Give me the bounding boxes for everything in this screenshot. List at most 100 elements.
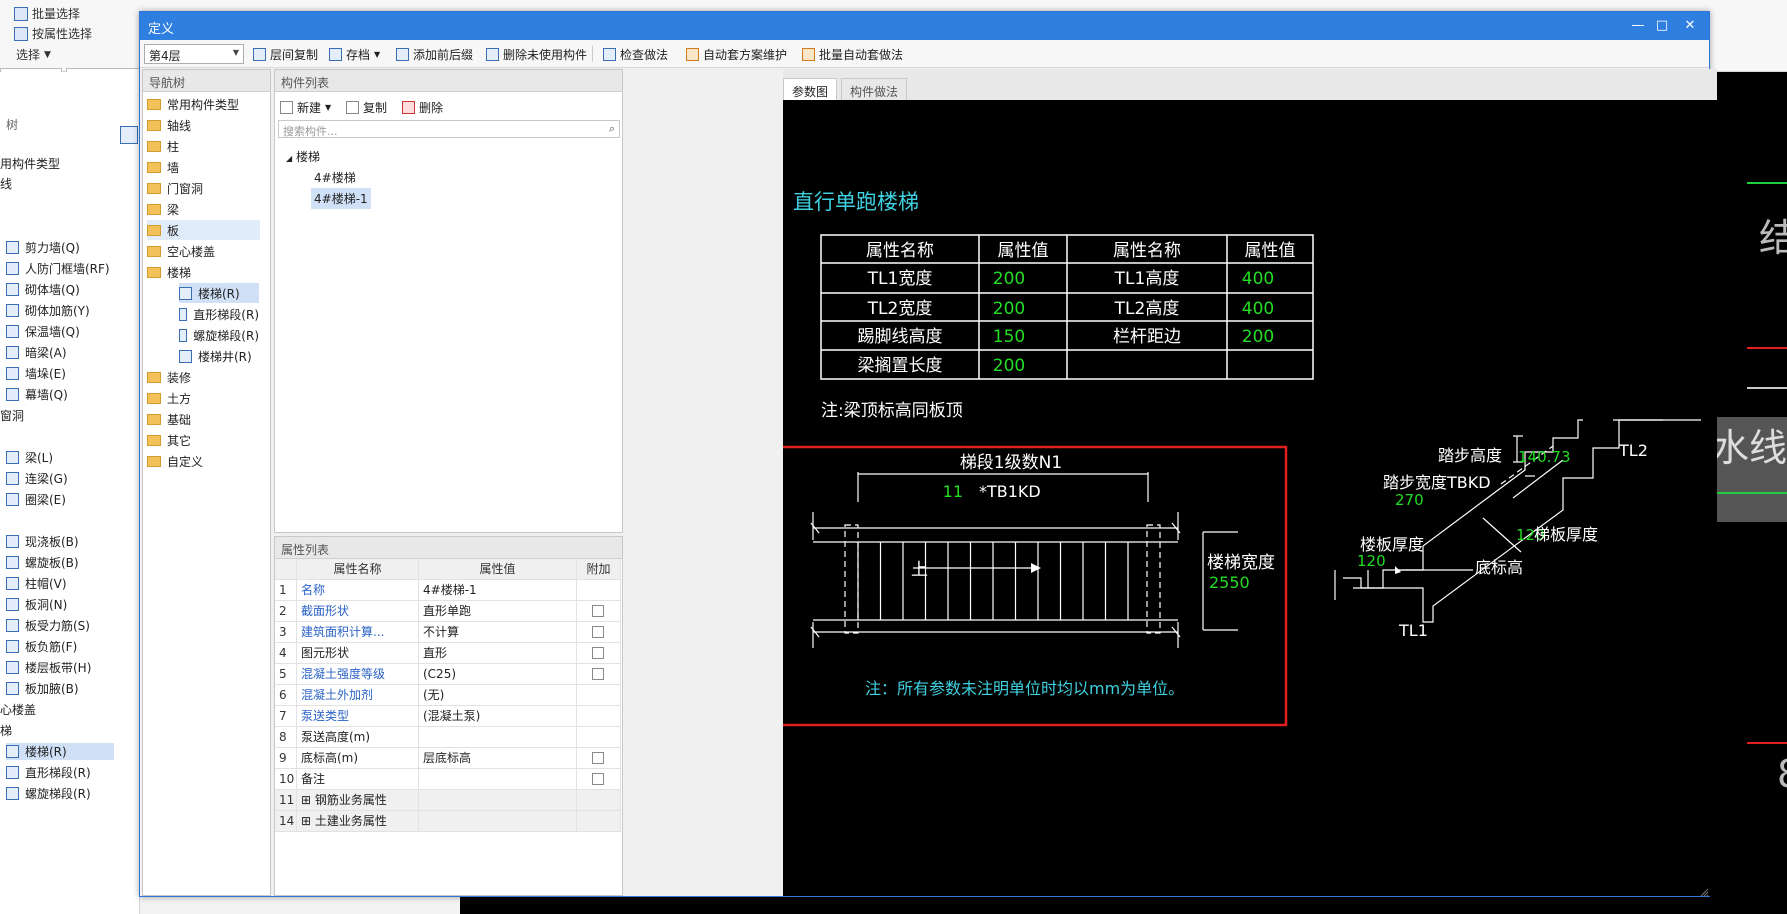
property-row[interactable]: 8 泵送高度(m) [275,727,621,748]
nav-item[interactable]: 螺旋梯段(R) [179,325,259,345]
tab-param-diagram[interactable]: 参数图 [783,78,838,100]
extra-checkbox[interactable] [592,773,604,785]
bg-tree-item[interactable]: 暗梁(A) [6,344,67,361]
property-row[interactable]: 1 名称 4#楼梯-1 [275,580,621,601]
property-value[interactable] [419,811,577,832]
batch-auto-method-button[interactable]: 批量自动套做法 [802,46,903,63]
bg-tree-item[interactable]: 保温墙(Q) [6,323,80,340]
bg-tree-item[interactable]: 砌体墙(Q) [6,281,80,298]
bg-tree-item[interactable]: 剪力墙(Q) [6,239,80,256]
expand-icon[interactable]: ⊞ [301,814,315,828]
tab-component-method[interactable]: 构件做法 [841,78,908,100]
copy-between-floors-button[interactable]: 层间复制 [253,46,318,63]
bg-tree-item[interactable]: 柱帽(V) [6,575,67,592]
bg-tree-item[interactable]: 窗洞 [0,407,24,424]
bg-tree-item[interactable]: 螺旋板(B) [6,554,79,571]
archive-button[interactable]: 存档 ▼ [329,46,380,63]
check-method-button[interactable]: 检查做法 [603,46,668,63]
resize-grip-icon[interactable] [1700,886,1709,897]
bg-tree-item[interactable]: 线 [0,175,12,192]
nav-item[interactable]: 梁 [147,199,260,219]
collapse-icon[interactable]: ◢ [286,154,292,163]
nav-item[interactable]: 板 [147,220,260,240]
bg-tree-item[interactable]: 直形梯段(R) [6,764,91,781]
nav-item[interactable]: 自定义 [147,451,260,471]
nav-item[interactable]: 土方 [147,388,260,408]
property-row[interactable]: 9 底标高(m) 层底标高 [275,748,621,769]
select-group-label[interactable]: 选择 ▼ [16,46,51,63]
property-value[interactable]: (无) [419,685,577,706]
nav-item[interactable]: 楼梯 [147,262,260,282]
maximize-button[interactable]: □ [1653,17,1671,35]
extra-checkbox[interactable] [592,668,604,680]
property-value[interactable]: 直形 [419,643,577,664]
auto-scheme-button[interactable]: 自动套方案维护 [686,46,787,63]
bg-tree-item[interactable]: 楼梯(R) [6,743,114,760]
bg-tree-item[interactable]: 梯 [0,722,12,739]
delete-unused-button[interactable]: 删除未使用构件 [486,46,587,63]
extra-checkbox[interactable] [592,605,604,617]
bg-tree-item[interactable]: 心楼盖 [0,701,36,718]
property-value[interactable]: 层底标高 [419,748,577,769]
minimize-button[interactable]: — [1629,17,1647,35]
bg-tree-item[interactable]: 板负筋(F) [6,638,77,655]
nav-item[interactable]: 直形梯段(R) [179,304,259,324]
bg-tree-item[interactable]: 砌体加筋(Y) [6,302,90,319]
property-row[interactable]: 7 泵送类型 (混凝土泵) [275,706,621,727]
property-row[interactable]: 14 ⊞ 土建业务属性 [275,811,621,832]
bg-tree-item[interactable]: 现浇板(B) [6,533,79,550]
component-search-input[interactable]: 搜索构件... ⌕ [278,120,620,138]
nav-item[interactable]: 墙 [147,157,260,177]
property-value[interactable] [419,790,577,811]
list-view-icon[interactable] [120,126,138,144]
bg-tree-item[interactable]: 板洞(N) [6,596,67,613]
new-component-button[interactable]: 新建 ▼ [280,99,331,116]
property-row[interactable]: 5 混凝土强度等级 (C25) [275,664,621,685]
bg-tree-item[interactable]: 连梁(G) [6,470,68,487]
nav-item[interactable]: 常用构件类型 [147,94,260,114]
property-row[interactable]: 6 混凝土外加剂 (无) [275,685,621,706]
property-value[interactable]: 不计算 [419,622,577,643]
bg-tree-item[interactable]: 梁(L) [6,449,53,466]
property-value[interactable]: (混凝土泵) [419,706,577,727]
bg-tree-item[interactable]: 用构件类型 [0,155,60,172]
floor-select[interactable]: 第4层 ▼ [144,44,244,64]
property-row[interactable]: 2 截面形状 直形单跑 [275,601,621,622]
property-value[interactable]: (C25) [419,664,577,685]
bg-tree-item[interactable]: 人防门框墙(RF) [6,260,110,277]
background-cad-canvas[interactable]: 结 水线 8 [1707,72,1787,914]
bg-tree-item[interactable]: 楼层板带(H) [6,659,91,676]
bg-tree-item[interactable]: 板加腋(B) [6,680,79,697]
nav-item[interactable]: 柱 [147,136,260,156]
nav-item[interactable]: 门窗洞 [147,178,260,198]
nav-item[interactable]: 楼梯(R) [179,283,259,303]
nav-item[interactable]: 轴线 [147,115,260,135]
extra-checkbox[interactable] [592,647,604,659]
property-row[interactable]: 4 图元形状 直形 [275,643,621,664]
bg-tree-item[interactable]: 螺旋梯段(R) [6,785,91,802]
nav-item[interactable]: 基础 [147,409,260,429]
bg-tree-item[interactable]: 板受力筋(S) [6,617,90,634]
property-value[interactable]: 4#楼梯-1 [419,580,577,601]
search-icon[interactable]: ⌕ [609,122,615,136]
copy-component-button[interactable]: 复制 [346,99,387,116]
component-item[interactable]: 4#楼梯 [311,167,359,188]
attr-select-button[interactable]: 按属性选择 [14,25,92,42]
expand-icon[interactable]: ⊞ [301,793,315,807]
close-button[interactable]: ✕ [1681,17,1699,35]
property-value[interactable] [419,769,577,790]
tree-root-stairs[interactable]: ◢ 楼梯 [283,146,323,167]
nav-item[interactable]: 楼梯井(R) [179,346,259,366]
nav-item[interactable]: 装修 [147,367,260,387]
property-row[interactable]: 10 备注 [275,769,621,790]
parameter-diagram-canvas[interactable]: 直行单跑楼梯 属性名称 属性值 属性名称 属性值 TL1宽度 200 TL1高度 40… [766,100,1717,896]
bg-tree-item[interactable]: 幕墙(Q) [6,386,68,403]
bg-tree-item[interactable]: 墙垛(E) [6,365,66,382]
component-item-selected[interactable]: 4#楼梯-1 [311,188,371,209]
extra-checkbox[interactable] [592,752,604,764]
property-value[interactable] [419,727,577,748]
add-prefix-suffix-button[interactable]: 添加前后缀 [396,46,473,63]
dialog-titlebar[interactable]: 定义 — □ ✕ [140,12,1709,40]
batch-select-button[interactable]: 批量选择 [14,5,80,22]
delete-component-button[interactable]: 删除 [402,99,443,116]
